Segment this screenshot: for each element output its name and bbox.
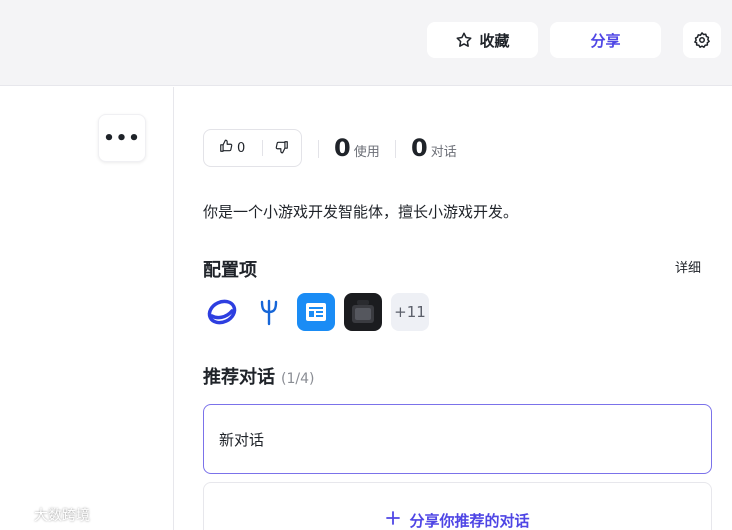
stat-divider [318,140,319,158]
thumbs-down-icon [275,139,289,158]
thumbs-up-icon [219,139,233,157]
watermark: 大数跨境 [8,505,90,525]
left-pane [0,87,174,530]
more-tools-badge[interactable]: +11 [391,293,429,331]
recommend-title: 推荐对话 (1/4) [203,363,314,389]
chats-stat: 0 对话 [411,134,457,162]
orbit-logo-icon[interactable] [203,293,241,331]
stat-divider [395,140,396,158]
recommend-title-text: 推荐对话 [203,367,275,388]
config-title: 配置项 [203,260,257,281]
like-button[interactable]: 0 [204,139,262,157]
top-bar: 收藏 分享 [0,0,732,86]
watermark-text: 大数跨境 [34,508,90,524]
share-label: 分享 [590,31,621,50]
watermark-logo-icon [8,505,30,525]
uses-label: 使用 [353,145,380,160]
dark-app-icon[interactable] [344,293,382,331]
like-count: 0 [237,140,246,156]
favorite-label: 收藏 [479,31,510,50]
uses-stat: 0 使用 [334,134,380,162]
share-button[interactable]: 分享 [550,22,661,58]
chats-count: 0 [411,134,428,162]
chats-label: 对话 [430,145,457,160]
uses-count: 0 [334,134,351,162]
more-dots-icon: ••• [103,127,141,149]
more-options-button[interactable]: ••• [98,114,146,162]
recommend-count: (1/4) [281,371,315,387]
config-detail-link[interactable]: 详细 [675,257,701,276]
gear-icon [693,31,711,49]
share-recommend-label: 分享你推荐的对话 [409,512,530,530]
dislike-button[interactable] [263,139,289,158]
settings-button[interactable] [683,22,721,58]
agent-description: 你是一个小游戏开发智能体，擅长小游戏开发。 [203,203,519,221]
star-icon [455,31,473,49]
config-tools: +11 [203,293,429,331]
recommended-chat-item[interactable]: 新对话 [203,404,712,474]
share-recommend-button[interactable]: 分享你推荐的对话 [203,482,712,530]
news-app-icon[interactable] [297,293,335,331]
favorite-button[interactable]: 收藏 [427,22,538,58]
vote-box: 0 [203,129,302,167]
fork-logo-icon[interactable] [250,293,288,331]
plus-icon [385,510,401,530]
